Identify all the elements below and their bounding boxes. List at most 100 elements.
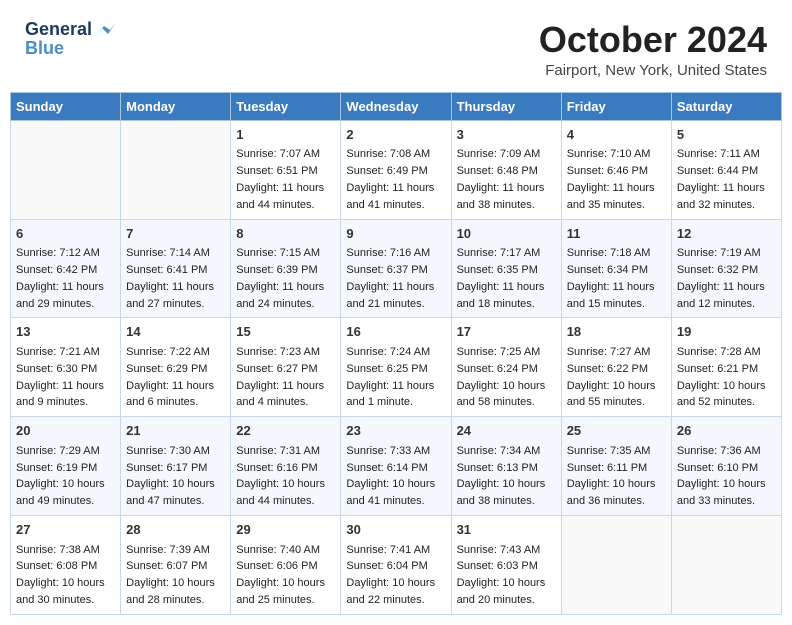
day-cell: 1 Sunrise: 7:07 AMSunset: 6:51 PMDaylight…: [231, 120, 341, 219]
day-cell: 6 Sunrise: 7:12 AMSunset: 6:42 PMDaylight…: [11, 219, 121, 318]
day-cell: 25 Sunrise: 7:35 AMSunset: 6:11 PMDayligh…: [561, 417, 671, 516]
header-cell-tuesday: Tuesday: [231, 92, 341, 120]
day-cell: 9Sunrise: 7:16 AMSunset: 6:37 PMDaylight…: [341, 219, 451, 318]
day-cell: 10Sunrise: 7:17 AMSunset: 6:35 PMDayligh…: [451, 219, 561, 318]
day-cell: 30 Sunrise: 7:41 AMSunset: 6:04 PMDayligh…: [341, 516, 451, 615]
month-title: October 2024: [539, 20, 767, 60]
day-cell: 16 Sunrise: 7:24 AMSunset: 6:25 PMDayligh…: [341, 318, 451, 417]
day-cell: 24 Sunrise: 7:34 AMSunset: 6:13 PMDayligh…: [451, 417, 561, 516]
day-info: Sunrise: 7:09 AMSunset: 6:48 PMDaylight:…: [457, 148, 545, 211]
day-number: 12: [677, 225, 776, 243]
day-cell: 20Sunrise: 7:29 AMSunset: 6:19 PMDayligh…: [11, 417, 121, 516]
logo: General Blue: [25, 20, 116, 59]
day-number: 24: [457, 422, 556, 440]
calendar-header: SundayMondayTuesdayWednesdayThursdayFrid…: [11, 92, 782, 120]
header-cell-saturday: Saturday: [671, 92, 781, 120]
day-cell: [11, 120, 121, 219]
day-number: 13: [16, 323, 115, 341]
day-cell: 15Sunrise: 7:23 AMSunset: 6:27 PMDayligh…: [231, 318, 341, 417]
day-number: 4: [567, 126, 666, 144]
day-info: Sunrise: 7:25 AMSunset: 6:24 PMDaylight:…: [457, 346, 546, 409]
header-row: SundayMondayTuesdayWednesdayThursdayFrid…: [11, 92, 782, 120]
week-row-5: 27 Sunrise: 7:38 AMSunset: 6:08 PMDayligh…: [11, 516, 782, 615]
day-number: 1: [236, 126, 335, 144]
day-number: 11: [567, 225, 666, 243]
day-number: 31: [457, 521, 556, 539]
logo-bird-icon: [94, 22, 116, 38]
day-info: Sunrise: 7:43 AMSunset: 6:03 PMDaylight:…: [457, 544, 546, 607]
day-cell: 5 Sunrise: 7:11 AMSunset: 6:44 PMDaylight…: [671, 120, 781, 219]
day-info: Sunrise: 7:07 AMSunset: 6:51 PMDaylight:…: [236, 148, 324, 211]
calendar-body: 1 Sunrise: 7:07 AMSunset: 6:51 PMDaylight…: [11, 120, 782, 615]
day-cell: 26 Sunrise: 7:36 AMSunset: 6:10 PMDayligh…: [671, 417, 781, 516]
day-cell: 11Sunrise: 7:18 AMSunset: 6:34 PMDayligh…: [561, 219, 671, 318]
day-info: Sunrise: 7:36 AMSunset: 6:10 PMDaylight:…: [677, 445, 766, 508]
day-info: Sunrise: 7:31 AMSunset: 6:16 PMDaylight:…: [236, 445, 325, 508]
day-info: Sunrise: 7:19 AMSunset: 6:32 PMDaylight:…: [677, 247, 765, 310]
day-number: 21: [126, 422, 225, 440]
week-row-4: 20Sunrise: 7:29 AMSunset: 6:19 PMDayligh…: [11, 417, 782, 516]
day-cell: [121, 120, 231, 219]
day-info: Sunrise: 7:17 AMSunset: 6:35 PMDaylight:…: [457, 247, 545, 310]
day-cell: 2 Sunrise: 7:08 AMSunset: 6:49 PMDaylight…: [341, 120, 451, 219]
page-header: General Blue October 2024 Fairport, New …: [10, 10, 782, 84]
day-cell: 21 Sunrise: 7:30 AMSunset: 6:17 PMDayligh…: [121, 417, 231, 516]
day-info: Sunrise: 7:24 AMSunset: 6:25 PMDaylight:…: [346, 346, 434, 409]
day-cell: 31 Sunrise: 7:43 AMSunset: 6:03 PMDayligh…: [451, 516, 561, 615]
day-info: Sunrise: 7:08 AMSunset: 6:49 PMDaylight:…: [346, 148, 434, 211]
day-cell: 7Sunrise: 7:14 AMSunset: 6:41 PMDaylight…: [121, 219, 231, 318]
day-info: Sunrise: 7:35 AMSunset: 6:11 PMDaylight:…: [567, 445, 656, 508]
day-cell: 19Sunrise: 7:28 AMSunset: 6:21 PMDayligh…: [671, 318, 781, 417]
day-info: Sunrise: 7:14 AMSunset: 6:41 PMDaylight:…: [126, 247, 214, 310]
day-info: Sunrise: 7:15 AMSunset: 6:39 PMDaylight:…: [236, 247, 324, 310]
day-info: Sunrise: 7:10 AMSunset: 6:46 PMDaylight:…: [567, 148, 655, 211]
day-number: 5: [677, 126, 776, 144]
week-row-3: 13 Sunrise: 7:21 AMSunset: 6:30 PMDayligh…: [11, 318, 782, 417]
day-number: 6: [16, 225, 115, 243]
day-cell: [561, 516, 671, 615]
day-cell: 22 Sunrise: 7:31 AMSunset: 6:16 PMDayligh…: [231, 417, 341, 516]
day-number: 27: [16, 521, 115, 539]
day-info: Sunrise: 7:21 AMSunset: 6:30 PMDaylight:…: [16, 346, 104, 409]
day-number: 14: [126, 323, 225, 341]
day-cell: 8 Sunrise: 7:15 AMSunset: 6:39 PMDaylight…: [231, 219, 341, 318]
day-number: 30: [346, 521, 445, 539]
day-cell: 23Sunrise: 7:33 AMSunset: 6:14 PMDayligh…: [341, 417, 451, 516]
day-number: 3: [457, 126, 556, 144]
day-info: Sunrise: 7:41 AMSunset: 6:04 PMDaylight:…: [346, 544, 435, 607]
day-cell: 12 Sunrise: 7:19 AMSunset: 6:32 PMDayligh…: [671, 219, 781, 318]
day-info: Sunrise: 7:12 AMSunset: 6:42 PMDaylight:…: [16, 247, 104, 310]
day-info: Sunrise: 7:16 AMSunset: 6:37 PMDaylight:…: [346, 247, 434, 310]
week-row-1: 1 Sunrise: 7:07 AMSunset: 6:51 PMDaylight…: [11, 120, 782, 219]
day-number: 19: [677, 323, 776, 341]
header-cell-monday: Monday: [121, 92, 231, 120]
day-cell: 18Sunrise: 7:27 AMSunset: 6:22 PMDayligh…: [561, 318, 671, 417]
day-number: 2: [346, 126, 445, 144]
day-info: Sunrise: 7:33 AMSunset: 6:14 PMDaylight:…: [346, 445, 435, 508]
day-cell: 27 Sunrise: 7:38 AMSunset: 6:08 PMDayligh…: [11, 516, 121, 615]
day-number: 25: [567, 422, 666, 440]
day-cell: 17Sunrise: 7:25 AMSunset: 6:24 PMDayligh…: [451, 318, 561, 417]
calendar-table: SundayMondayTuesdayWednesdayThursdayFrid…: [10, 92, 782, 616]
day-cell: 14Sunrise: 7:22 AMSunset: 6:29 PMDayligh…: [121, 318, 231, 417]
day-cell: 29 Sunrise: 7:40 AMSunset: 6:06 PMDayligh…: [231, 516, 341, 615]
day-info: Sunrise: 7:27 AMSunset: 6:22 PMDaylight:…: [567, 346, 656, 409]
day-number: 8: [236, 225, 335, 243]
day-number: 15: [236, 323, 335, 341]
day-number: 26: [677, 422, 776, 440]
day-number: 16: [346, 323, 445, 341]
day-info: Sunrise: 7:34 AMSunset: 6:13 PMDaylight:…: [457, 445, 546, 508]
day-info: Sunrise: 7:11 AMSunset: 6:44 PMDaylight:…: [677, 148, 765, 211]
day-number: 29: [236, 521, 335, 539]
day-cell: 4 Sunrise: 7:10 AMSunset: 6:46 PMDaylight…: [561, 120, 671, 219]
day-info: Sunrise: 7:30 AMSunset: 6:17 PMDaylight:…: [126, 445, 215, 508]
day-info: Sunrise: 7:40 AMSunset: 6:06 PMDaylight:…: [236, 544, 325, 607]
day-number: 22: [236, 422, 335, 440]
header-cell-thursday: Thursday: [451, 92, 561, 120]
title-block: October 2024 Fairport, New York, United …: [539, 20, 767, 79]
day-info: Sunrise: 7:38 AMSunset: 6:08 PMDaylight:…: [16, 544, 105, 607]
logo-general: General: [25, 19, 92, 39]
header-cell-wednesday: Wednesday: [341, 92, 451, 120]
day-number: 28: [126, 521, 225, 539]
day-info: Sunrise: 7:39 AMSunset: 6:07 PMDaylight:…: [126, 544, 215, 607]
